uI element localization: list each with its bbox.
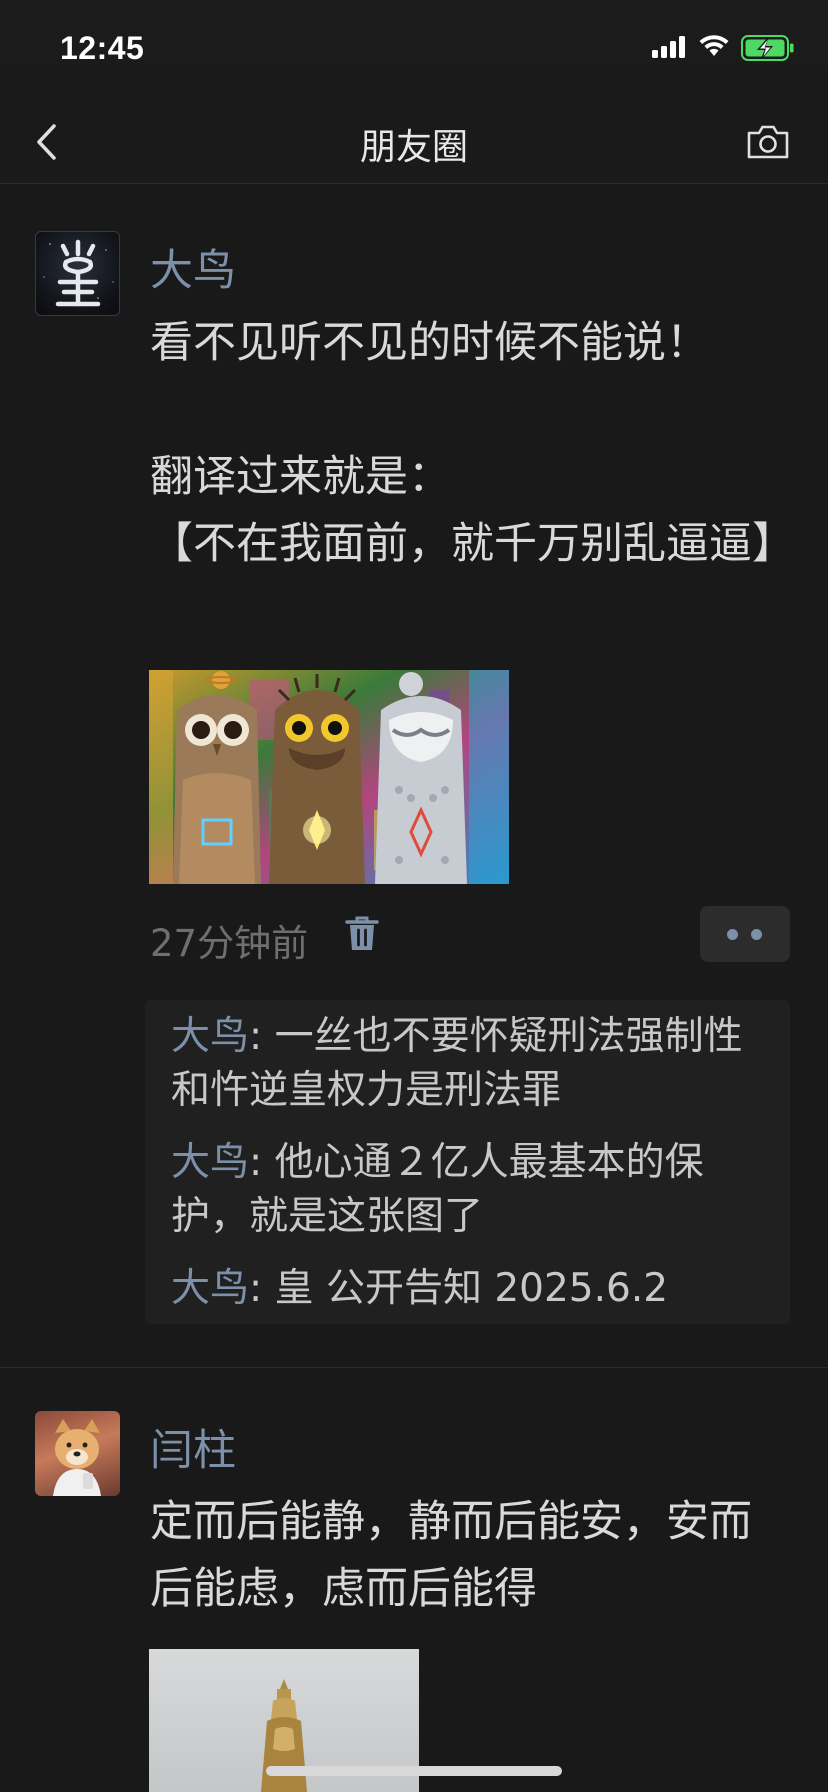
wifi-icon <box>699 35 729 56</box>
moments-screen: 12:45 朋友圈 大鸟 看不见听不见的时候不能说！ 翻译过来就是： 【不在我面… <box>0 0 828 1792</box>
avatar[interactable] <box>35 231 120 316</box>
avatar[interactable] <box>35 1411 120 1496</box>
comment-author[interactable]: 大鸟 <box>171 1140 249 1185</box>
home-indicator[interactable] <box>266 1766 562 1776</box>
post-author-name[interactable]: 大鸟 <box>150 236 236 298</box>
avatar-glyph-image <box>43 239 114 307</box>
status-bar: 12:45 <box>0 0 828 100</box>
status-time: 12:45 <box>60 30 145 66</box>
battery-charging-icon <box>741 35 794 61</box>
comments-section: 大鸟: 一丝也不要怀疑刑法强制性和忤逆皇权力是刑法罪 大鸟: 他心通２亿人最基本… <box>145 1000 790 1324</box>
comment-separator: : <box>249 1266 275 1311</box>
avatar-dog-image <box>53 1419 101 1496</box>
comment-item[interactable]: 大鸟: 一丝也不要怀疑刑法强制性和忤逆皇权力是刑法罪 <box>171 1010 764 1118</box>
post-author-name[interactable]: 闫柱 <box>150 1416 236 1478</box>
comment-author[interactable]: 大鸟 <box>171 1014 249 1059</box>
nav-bar: 朋友圈 <box>0 100 828 184</box>
comment-separator: : <box>249 1140 275 1185</box>
trash-icon[interactable] <box>345 915 379 953</box>
three-owls-painting-image <box>149 670 509 884</box>
page-title: 朋友圈 <box>359 127 468 168</box>
more-dot <box>727 929 738 940</box>
post-text: 看不见听不见的时候不能说！ 翻译过来就是： 【不在我面前，就千万别乱逼逼】 <box>150 318 795 569</box>
camera-icon[interactable] <box>746 122 790 162</box>
more-dot <box>751 929 762 940</box>
post-divider <box>0 1367 828 1368</box>
cellular-signal-icon <box>652 36 685 58</box>
comment-item[interactable]: 大鸟: 皇 公开告知 2025.6.2 <box>171 1262 764 1316</box>
more-dots-icon[interactable] <box>700 906 790 962</box>
post-text: 定而后能静，静而后能安，安而后能虑，虑而后能得 <box>150 1497 752 1614</box>
comment-separator: : <box>249 1014 275 1059</box>
post-timestamp: 27分钟前 <box>150 922 309 965</box>
comment-item[interactable]: 大鸟: 他心通２亿人最基本的保护，就是这张图了 <box>171 1136 764 1244</box>
post-image[interactable] <box>149 670 509 884</box>
comment-author[interactable]: 大鸟 <box>171 1266 249 1311</box>
comment-text: 皇 公开告知 2025.6.2 <box>274 1266 669 1311</box>
